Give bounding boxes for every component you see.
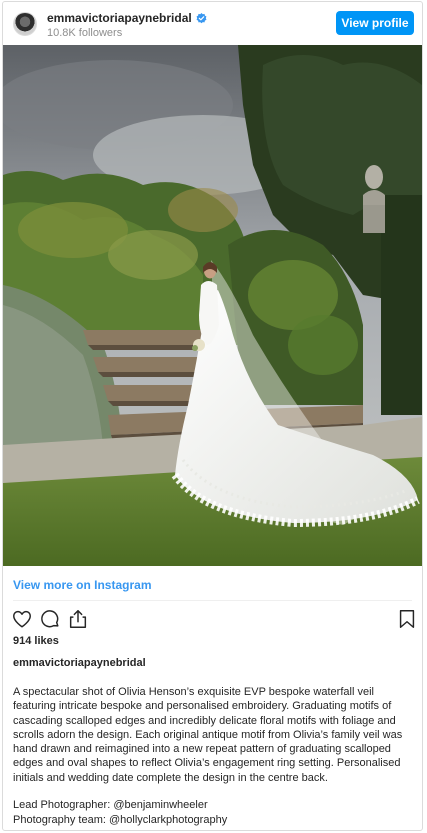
action-bar: [3, 608, 422, 632]
avatar[interactable]: [13, 12, 37, 36]
post-header: emmavictoriapaynebridal 10.8K followers …: [3, 2, 422, 45]
follower-count: 10.8K followers: [47, 27, 123, 39]
bookmark-icon[interactable]: [396, 608, 418, 630]
like-count[interactable]: 914 likes: [13, 635, 59, 647]
credit-handle[interactable]: @benjaminwheeler: [113, 799, 207, 811]
share-icon[interactable]: [67, 608, 89, 630]
caption-username[interactable]: emmavictoriapaynebridal: [13, 657, 146, 669]
caption-text: A spectacular shot of Olivia Henson’s ex…: [13, 686, 403, 784]
credit-lead-photographer: Lead Photographer: @benjaminwheeler: [13, 799, 208, 811]
post-photo[interactable]: [3, 45, 422, 566]
heart-icon[interactable]: [11, 608, 33, 630]
username-row[interactable]: emmavictoriapaynebridal: [47, 11, 207, 25]
username[interactable]: emmavictoriapaynebridal: [47, 11, 192, 25]
instagram-embed-card: emmavictoriapaynebridal 10.8K followers …: [2, 1, 423, 831]
verified-badge-icon: [196, 12, 207, 24]
view-profile-button[interactable]: View profile: [336, 11, 414, 35]
view-more-link[interactable]: View more on Instagram: [13, 578, 152, 592]
comment-icon[interactable]: [39, 608, 61, 630]
credit-photography-team: Photography team: @hollyclarkphotography: [13, 814, 227, 826]
credit-handle[interactable]: @hollyclarkphotography: [109, 814, 227, 826]
divider: [13, 600, 412, 601]
credit-label: Photography team:: [13, 814, 110, 826]
credit-label: Lead Photographer:: [13, 799, 114, 811]
